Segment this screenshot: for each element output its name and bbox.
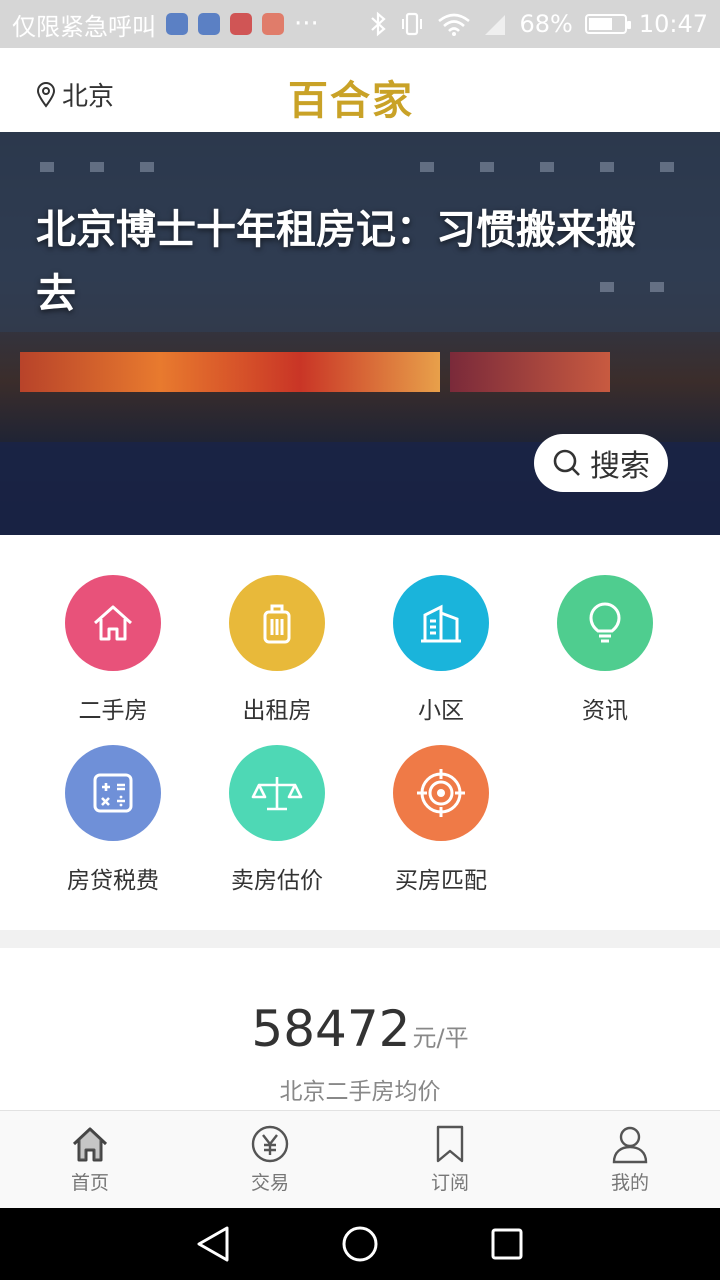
menu-icon-circle — [229, 575, 325, 671]
target-icon — [417, 769, 465, 817]
bookmark-icon — [436, 1125, 464, 1163]
banner-window — [90, 162, 104, 172]
banner-shop-lights — [450, 352, 610, 392]
back-icon[interactable] — [195, 1224, 231, 1264]
home-icon — [72, 1127, 108, 1162]
search-icon — [553, 449, 580, 476]
battery-icon — [584, 14, 631, 34]
banner-window — [420, 162, 434, 172]
building-icon — [421, 604, 461, 643]
wifi-icon — [438, 13, 471, 36]
banner-window — [140, 162, 154, 172]
banner-window — [480, 162, 494, 172]
yuan-icon — [251, 1125, 289, 1163]
price-number: 58472 — [251, 1000, 411, 1058]
average-price-value: 58472元/平 — [0, 1000, 720, 1058]
menu-item-news[interactable]: 资讯 — [523, 575, 687, 725]
search-button[interactable]: 搜索 — [534, 434, 668, 492]
menu-icon-circle — [393, 575, 489, 671]
menu-icon-circle — [65, 575, 161, 671]
menu-item-valuation[interactable]: 卖房估价 — [195, 745, 359, 895]
tab-subscribe[interactable]: 订阅 — [360, 1111, 540, 1208]
menu-label: 房贷税费 — [67, 868, 159, 894]
tab-label: 我的 — [610, 1172, 649, 1194]
banner-window — [660, 162, 674, 172]
tab-trade[interactable]: 交易 — [180, 1111, 360, 1208]
menu-icon-circle — [65, 745, 161, 841]
bottom-tab-bar: 首页 交易 订阅 我的 — [0, 1110, 720, 1208]
notification-heart-icon — [198, 13, 220, 35]
location-pin-icon — [36, 81, 56, 108]
menu-label: 二手房 — [78, 698, 148, 724]
app-logo: 百合家 — [288, 77, 414, 124]
banner-window — [40, 162, 54, 172]
menu-label: 买房匹配 — [395, 868, 487, 894]
section-divider — [0, 930, 720, 948]
menu-label: 出租房 — [242, 698, 312, 724]
status-bar: 仅限紧急呼叫 ··· 68% 10:47 — [0, 0, 720, 48]
recents-icon[interactable] — [489, 1226, 525, 1262]
tab-home[interactable]: 首页 — [0, 1111, 180, 1208]
house-icon — [94, 605, 132, 641]
user-icon — [612, 1126, 648, 1164]
battery-level — [588, 18, 612, 30]
more-notifications: ··· — [294, 9, 319, 39]
carrier-text: 仅限紧急呼叫 — [12, 12, 156, 41]
banner-shop-lights — [20, 352, 440, 392]
menu-icon-circle — [393, 745, 489, 841]
tab-label: 首页 — [70, 1172, 109, 1194]
search-label: 搜索 — [590, 449, 650, 484]
vibrate-icon — [402, 12, 423, 36]
clock: 10:47 — [638, 10, 708, 38]
notification-huawei-icon — [230, 13, 252, 35]
tab-label: 订阅 — [430, 1172, 469, 1194]
banner-headline: 北京博士十年租房记：习惯搬来搬去 — [36, 207, 636, 317]
signal-icon — [485, 15, 506, 35]
menu-label: 小区 — [418, 698, 464, 724]
menu-item-community[interactable]: 小区 — [359, 575, 523, 725]
feature-grid: 二手房 出租房 小区 资讯 房贷税费 卖房估价 买房匹配 — [0, 535, 720, 930]
menu-icon-circle — [229, 745, 325, 841]
banner-window — [600, 162, 614, 172]
system-nav-bar — [0, 1208, 720, 1280]
notification-app-icon — [166, 13, 188, 35]
menu-item-rental[interactable]: 出租房 — [195, 575, 359, 725]
banner-window — [540, 162, 554, 172]
app-header: 北京 百合家 — [0, 48, 720, 132]
price-unit: 元/平 — [412, 1024, 469, 1052]
hero-banner[interactable]: 北京博士十年租房记：习惯搬来搬去 搜索 — [0, 132, 720, 535]
calculator-icon — [93, 773, 133, 813]
average-price-caption: 北京二手房均价 — [279, 1079, 441, 1105]
menu-item-loan-tax[interactable]: 房贷税费 — [31, 745, 195, 895]
average-price-card[interactable]: 58472元/平 北京二手房均价 — [0, 948, 720, 1110]
menu-icon-circle — [557, 575, 653, 671]
tab-label: 交易 — [250, 1172, 289, 1194]
home-circle-icon[interactable] — [340, 1224, 380, 1264]
bluetooth-icon — [371, 11, 387, 37]
location-label: 北京 — [62, 82, 115, 112]
location-selector[interactable]: 北京 — [36, 76, 114, 113]
scale-icon — [251, 777, 303, 811]
notification-tool-icon — [262, 13, 284, 35]
battery-percent: 68% — [519, 10, 573, 38]
luggage-icon — [263, 604, 291, 644]
tab-profile[interactable]: 我的 — [540, 1111, 720, 1208]
menu-item-buy-match[interactable]: 买房匹配 — [359, 745, 523, 895]
menu-item-second-hand[interactable]: 二手房 — [31, 575, 195, 725]
menu-label: 卖房估价 — [231, 868, 323, 894]
lightbulb-icon — [589, 602, 621, 643]
menu-label: 资讯 — [582, 698, 628, 724]
